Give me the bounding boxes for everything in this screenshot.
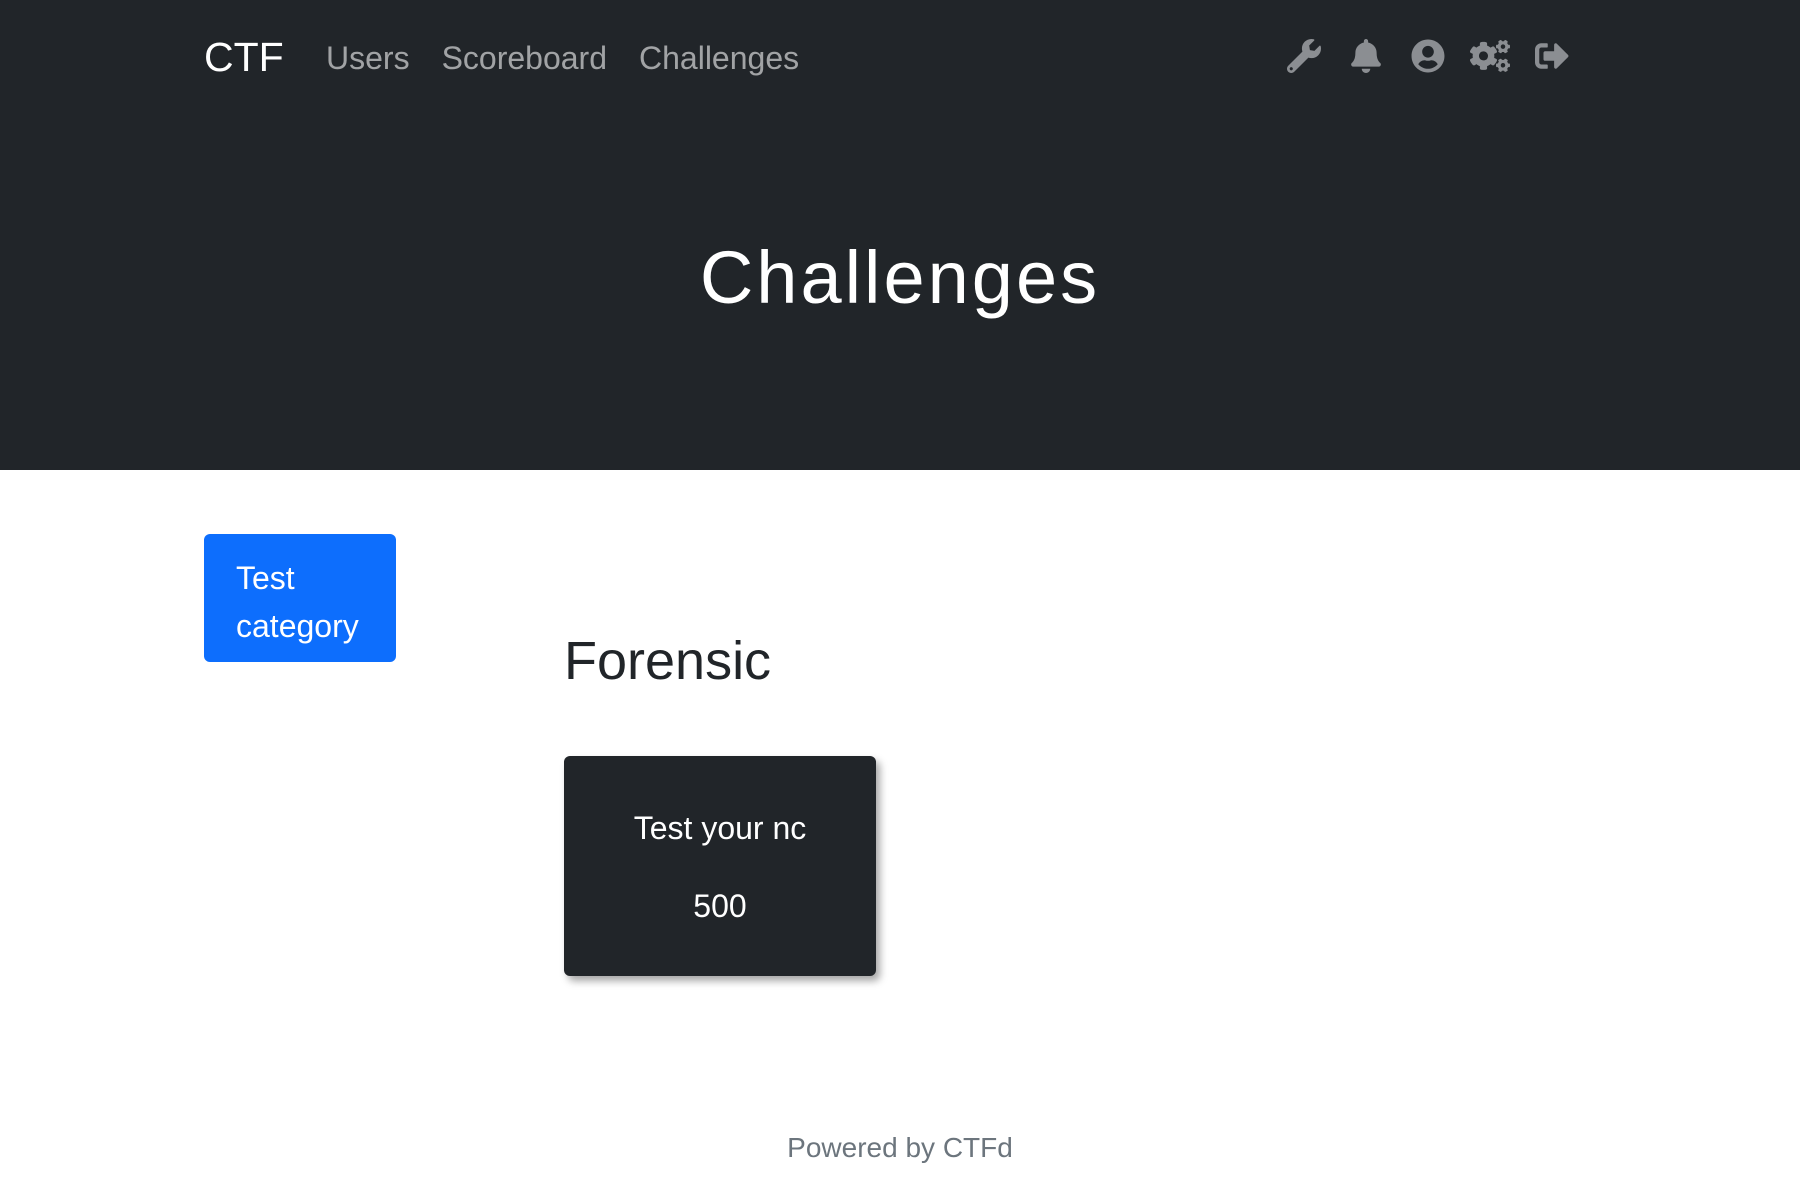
jumbotron: Challenges (0, 112, 1800, 470)
sign-out-icon[interactable] (1532, 36, 1572, 76)
nav-link-scoreboard[interactable]: Scoreboard (442, 38, 607, 78)
challenge-value: 500 (693, 888, 747, 924)
page-title: Challenges (699, 236, 1101, 319)
challenge-card[interactable]: Test your nc 500 (564, 756, 876, 976)
navbar: CTF Users Scoreboard Challenges (0, 0, 1800, 112)
footer-powered-by[interactable]: Powered by CTFd (0, 1128, 1800, 1168)
category-pill-test[interactable]: Test category (204, 534, 396, 662)
wrench-icon[interactable] (1284, 36, 1324, 76)
brand-link[interactable]: CTF (204, 34, 284, 80)
category-heading: Forensic (564, 631, 772, 691)
nav-link-challenges[interactable]: Challenges (639, 38, 799, 78)
nav-icons (1284, 36, 1594, 76)
challenge-name: Test your nc (633, 810, 807, 846)
bell-icon[interactable] (1346, 36, 1386, 76)
nav-link-users[interactable]: Users (326, 38, 410, 78)
user-circle-icon[interactable] (1408, 36, 1448, 76)
nav-links: Users Scoreboard Challenges (326, 38, 799, 78)
cogs-icon[interactable] (1470, 36, 1510, 76)
